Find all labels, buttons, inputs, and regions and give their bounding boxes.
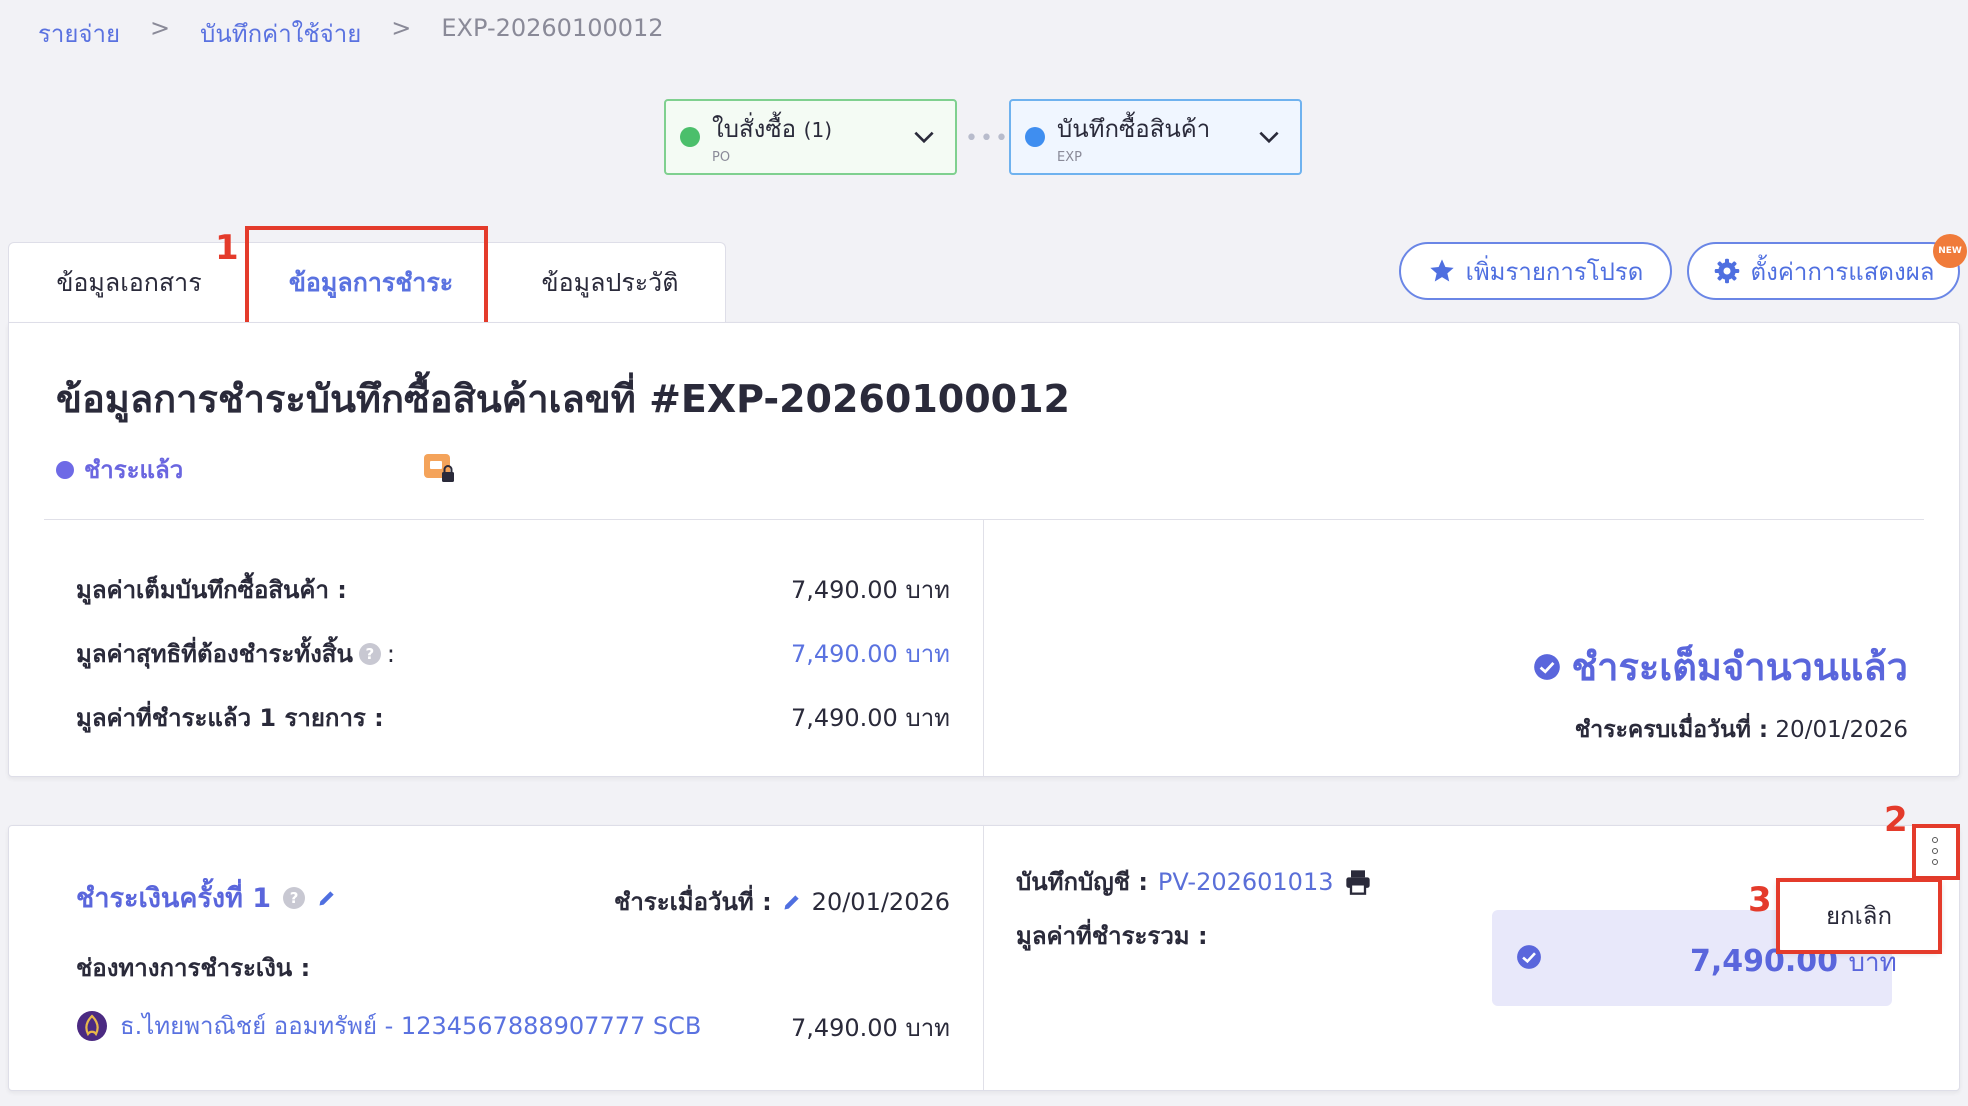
flow-po-sub: PO [712,150,731,165]
annotation-box-2 [1912,824,1960,880]
add-favorite-button[interactable]: เพิ่มรายการโปรด [1399,242,1672,300]
paid-on-label: ชำระเมื่อวันที่ : [614,888,772,916]
printer-icon[interactable] [1344,868,1372,896]
display-settings-label: ตั้งค่าการแสดงผล [1750,257,1935,286]
net-value-amount: 7,490.00 บาท [790,640,950,668]
annotation-number-3: 3 [1748,880,1772,920]
paid-complete-date-label: ชำระครบเมื่อวันที่ : [1574,717,1769,743]
flow-po-dropdown[interactable]: ใบสั่งซื้อ (1) PO [664,99,957,175]
account-record-label: บันทึกบัญชี : [1016,868,1148,896]
star-icon [1429,259,1454,282]
bank-logo-icon [77,1010,107,1041]
gear-icon [1714,258,1739,284]
help-icon[interactable]: ? [283,886,306,909]
add-favorite-label: เพิ่มรายการโปรด [1465,257,1644,286]
total-paid-label: มูลค่าที่ชำระรวม : [1016,922,1208,950]
chevron-down-icon [1259,131,1279,144]
paid-value-amount: 7,490.00 บาท [790,704,950,732]
net-value-label: มูลค่าสุทธิที่ต้องชำระทั้งสิ้น [76,640,353,668]
payment-title-row: ชำระเงินครั้งที่ 1 ? [76,876,337,919]
locked-document-icon [424,454,454,482]
new-badge: NEW [1933,234,1967,268]
annotation-box-1 [245,226,488,326]
paid-on-row: ชำระเมื่อวันที่ : 20/01/2026 [614,882,950,921]
chevron-down-icon [914,131,934,144]
paid-complete-date: ชำระครบเมื่อวันที่ : 20/01/2026 [1575,712,1908,748]
annotation-box-3 [1776,878,1942,954]
paid-on-value: 20/01/2026 [811,887,950,916]
vertical-divider [983,826,984,1090]
check-circle-icon [1534,653,1561,680]
flow-po-label: ใบสั่งซื้อ [712,115,797,143]
full-value-amount: 7,490.00 บาท [790,576,950,604]
annotation-number-2: 2 [1884,800,1908,840]
status-dot-green [680,127,700,147]
vertical-divider [983,520,984,776]
account-record-row: บันทึกบัญชี : PV-202601013 [1016,862,1372,901]
help-icon[interactable]: ? [358,642,381,665]
status-dot [56,460,74,479]
flow-exp-label: บันทึกซื้อสินค้า [1057,115,1211,143]
status-dot-blue [1025,127,1045,147]
bank-amount: 7,490.00 บาท [790,1014,950,1042]
flow-exp-sub: EXP [1057,150,1082,165]
annotation-number-1: 1 [215,228,239,268]
flow-connector: ••• [965,126,1010,151]
breadcrumb-expense[interactable]: รายจ่าย [38,14,120,53]
flow-exp-dropdown[interactable]: บันทึกซื้อสินค้า EXP [1009,99,1302,175]
breadcrumb-separator: > [150,14,171,42]
breadcrumb-separator: > [391,14,412,42]
pencil-icon[interactable] [782,892,802,912]
paid-full-label: ชำระเต็มจำนวนแล้ว [1571,645,1908,689]
breadcrumb: รายจ่าย > บันทึกค่าใช้จ่าย > EXP-2026010… [38,14,664,53]
check-circle-icon [1517,945,1541,969]
tab-document-info[interactable]: ข้อมูลเอกสาร [9,243,249,323]
breadcrumb-current: EXP-20260100012 [441,14,664,42]
status-label: ชำระแล้ว [84,456,184,484]
net-value-label-row: มูลค่าสุทธิที่ต้องชำระทั้งสิ้น ? : [76,634,395,673]
net-value-colon: : [386,639,395,668]
full-value-label: มูลค่าเต็มบันทึกซื้อสินค้า : [76,576,347,604]
bank-account-label: ธ.ไทยพาณิชย์ ออมทรัพย์ - 123456788890777… [120,1012,702,1040]
page-title: ข้อมูลการชำระบันทึกซื้อสินค้าเลขที่ #EXP… [56,377,1070,421]
flow-po-count: (1) [803,118,833,142]
paid-complete-date-value: 20/01/2026 [1775,717,1908,743]
status-badge: ชำระแล้ว [56,450,183,489]
paid-full-status: ชำระเต็มจำนวนแล้ว [1533,636,1908,697]
divider [44,519,1924,520]
breadcrumb-expense-record[interactable]: บันทึกค่าใช้จ่าย [200,14,361,53]
bank-account-link[interactable]: ธ.ไทยพาณิชย์ ออมทรัพย์ - 123456788890777… [76,1006,701,1045]
tab-history-info[interactable]: ข้อมูลประวัติ [493,243,727,323]
payment-title: ชำระเงินครั้งที่ 1 [76,883,272,914]
paid-value-label: มูลค่าที่ชำระแล้ว 1 รายการ : [76,704,384,732]
payment-channel-label: ช่องทางการชำระเงิน : [76,954,311,982]
display-settings-button[interactable]: ตั้งค่าการแสดงผล [1687,242,1960,300]
account-record-link[interactable]: PV-202601013 [1158,868,1334,896]
pencil-icon[interactable] [317,888,337,908]
